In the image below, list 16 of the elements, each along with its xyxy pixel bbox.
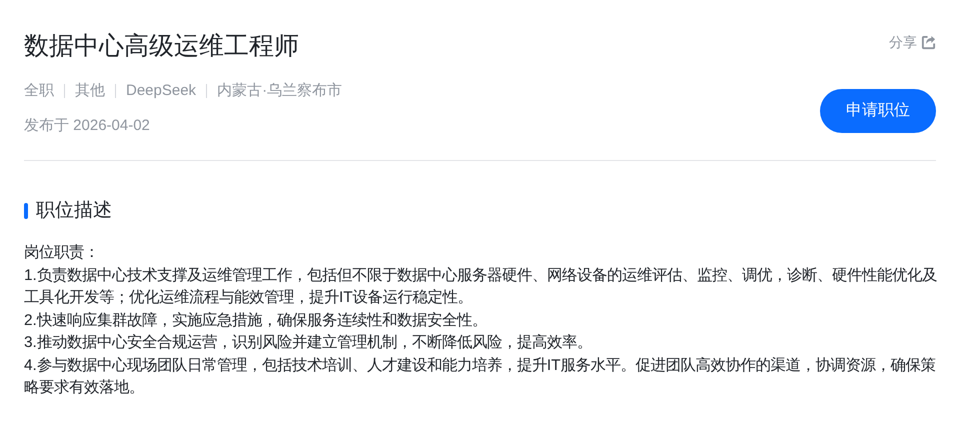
apply-button[interactable]: 申请职位 [820, 89, 936, 133]
publish-date: 发布于 2026-04-02 [24, 116, 151, 136]
share-icon [921, 35, 936, 50]
job-meta-item: 内蒙古·乌兰察布市 [217, 81, 342, 101]
description-paragraph: 3.推动数据中心安全合规运营，识别风险并建立管理机制，不断降低风险，提高效率。 [24, 333, 593, 353]
section-heading: 职位描述 [36, 199, 112, 223]
description-paragraph: 1.负责数据中心技术支撑及运维管理工作，包括但不限于数据中心服务器硬件、网络设备的运维评估、监控、调优，诊断、硬件性能优化及工具化开发等；优化运维流程与能效管理，提升IT设备运行稳定性。 [24, 266, 938, 308]
heading-accent-bar [24, 203, 28, 219]
job-meta-item: DeepSeek [126, 81, 196, 101]
job-meta-item: 全职 [24, 81, 54, 101]
job-title: 数据中心高级运维工程师 [24, 31, 299, 62]
description-paragraph: 岗位职责： [24, 243, 100, 263]
description-paragraph: 4.参与数据中心现场团队日常管理，包括技术培训、人才建设和能力培养，提升IT服务水平。促进团队高效协作的渠道，协调资源，确保策略要求有效落地。 [24, 356, 937, 398]
share-button[interactable]: 分享 [889, 32, 936, 53]
job-meta-item: 其他 [75, 81, 105, 101]
description-paragraph: 2.快速响应集群故障，实施应急措施，确保服务连续性和数据安全性。 [24, 310, 488, 330]
